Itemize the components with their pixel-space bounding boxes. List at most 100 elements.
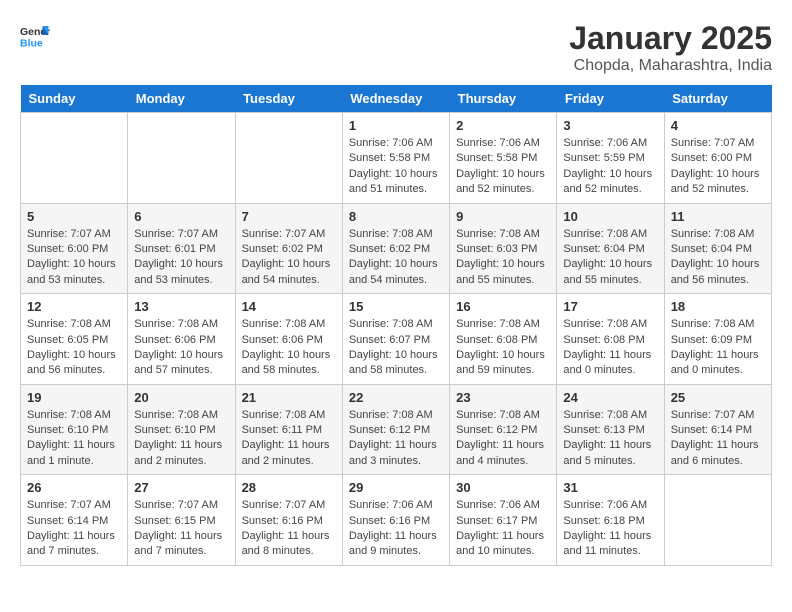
day-cell: 26Sunrise: 7:07 AM Sunset: 6:14 PM Dayli… — [21, 475, 128, 566]
day-number: 21 — [242, 390, 336, 405]
day-cell: 8Sunrise: 7:08 AM Sunset: 6:02 PM Daylig… — [342, 203, 449, 294]
header-cell-tuesday: Tuesday — [235, 85, 342, 113]
header-row: SundayMondayTuesdayWednesdayThursdayFrid… — [21, 85, 772, 113]
title-block: January 2025 Chopda, Maharashtra, India — [569, 20, 772, 75]
day-cell: 24Sunrise: 7:08 AM Sunset: 6:13 PM Dayli… — [557, 384, 664, 475]
day-info: Sunrise: 7:08 AM Sunset: 6:10 PM Dayligh… — [27, 408, 121, 470]
day-number: 20 — [134, 390, 228, 405]
month-title: January 2025 — [569, 20, 772, 57]
day-number: 11 — [671, 209, 765, 224]
logo: General Blue — [20, 20, 50, 50]
day-number: 29 — [349, 480, 443, 495]
calendar-header: SundayMondayTuesdayWednesdayThursdayFrid… — [21, 85, 772, 113]
calendar-table: SundayMondayTuesdayWednesdayThursdayFrid… — [20, 85, 772, 566]
calendar-body: 1 Sunrise: 7:06 AM Sunset: 5:58 PM Daylig… — [21, 113, 772, 566]
header-cell-monday: Monday — [128, 85, 235, 113]
day-cell — [128, 113, 235, 204]
day-info: Sunrise: 7:08 AM Sunset: 6:03 PM Dayligh… — [456, 227, 550, 289]
day-cell: 3Sunrise: 7:06 AM Sunset: 5:59 PM Daylig… — [557, 113, 664, 204]
day-info: Sunrise: 7:07 AM Sunset: 6:00 PM Dayligh… — [27, 227, 121, 289]
day-number: 31 — [563, 480, 657, 495]
day-number: 6 — [134, 209, 228, 224]
day-info: Sunrise: 7:08 AM Sunset: 6:11 PM Dayligh… — [242, 408, 336, 470]
day-cell: 21 Sunrise: 7:08 AM Sunset: 6:11 PM Dayli… — [235, 384, 342, 475]
location-title: Chopda, Maharashtra, India — [569, 57, 772, 75]
day-info: Sunrise: 7:07 AM Sunset: 6:16 PM Dayligh… — [242, 498, 336, 560]
day-info: Sunrise: 7:07 AM Sunset: 6:14 PM Dayligh… — [27, 498, 121, 560]
day-info: Sunrise: 7:08 AM Sunset: 6:04 PM Dayligh… — [671, 227, 765, 289]
week-row-4: 19 Sunrise: 7:08 AM Sunset: 6:10 PM Dayli… — [21, 384, 772, 475]
day-cell: 23Sunrise: 7:08 AM Sunset: 6:12 PM Dayli… — [450, 384, 557, 475]
day-info: Sunrise: 7:06 AM Sunset: 5:58 PM Dayligh… — [349, 136, 443, 198]
day-number: 2 — [456, 118, 550, 133]
day-info: Sunrise: 7:06 AM Sunset: 6:18 PM Dayligh… — [563, 498, 657, 560]
day-cell: 5 Sunrise: 7:07 AM Sunset: 6:00 PM Daylig… — [21, 203, 128, 294]
day-number: 27 — [134, 480, 228, 495]
day-cell: 22 Sunrise: 7:08 AM Sunset: 6:12 PM Dayli… — [342, 384, 449, 475]
day-number: 1 — [349, 118, 443, 133]
svg-text:Blue: Blue — [20, 37, 43, 49]
day-info: Sunrise: 7:08 AM Sunset: 6:04 PM Dayligh… — [563, 227, 657, 289]
day-cell: 17 Sunrise: 7:08 AM Sunset: 6:08 PM Dayli… — [557, 294, 664, 385]
day-number: 18 — [671, 299, 765, 314]
day-cell: 12 Sunrise: 7:08 AM Sunset: 6:05 PM Dayli… — [21, 294, 128, 385]
day-number: 28 — [242, 480, 336, 495]
day-info: Sunrise: 7:08 AM Sunset: 6:07 PM Dayligh… — [349, 317, 443, 379]
day-cell — [664, 475, 771, 566]
day-number: 12 — [27, 299, 121, 314]
day-cell: 7Sunrise: 7:07 AM Sunset: 6:02 PM Daylig… — [235, 203, 342, 294]
day-number: 14 — [242, 299, 336, 314]
day-number: 16 — [456, 299, 550, 314]
day-number: 7 — [242, 209, 336, 224]
day-number: 30 — [456, 480, 550, 495]
day-info: Sunrise: 7:08 AM Sunset: 6:06 PM Dayligh… — [242, 317, 336, 379]
day-number: 10 — [563, 209, 657, 224]
day-info: Sunrise: 7:06 AM Sunset: 6:16 PM Dayligh… — [349, 498, 443, 560]
day-info: Sunrise: 7:08 AM Sunset: 6:08 PM Dayligh… — [563, 317, 657, 379]
day-number: 13 — [134, 299, 228, 314]
day-number: 4 — [671, 118, 765, 133]
day-cell: 11 Sunrise: 7:08 AM Sunset: 6:04 PM Dayli… — [664, 203, 771, 294]
day-number: 25 — [671, 390, 765, 405]
day-cell — [235, 113, 342, 204]
week-row-5: 26Sunrise: 7:07 AM Sunset: 6:14 PM Dayli… — [21, 475, 772, 566]
day-number: 15 — [349, 299, 443, 314]
day-cell: 25Sunrise: 7:07 AM Sunset: 6:14 PM Dayli… — [664, 384, 771, 475]
day-cell: 13Sunrise: 7:08 AM Sunset: 6:06 PM Dayli… — [128, 294, 235, 385]
day-info: Sunrise: 7:07 AM Sunset: 6:01 PM Dayligh… — [134, 227, 228, 289]
day-info: Sunrise: 7:06 AM Sunset: 5:58 PM Dayligh… — [456, 136, 550, 198]
day-cell: 20 Sunrise: 7:08 AM Sunset: 6:10 PM Dayli… — [128, 384, 235, 475]
header-cell-wednesday: Wednesday — [342, 85, 449, 113]
day-cell — [21, 113, 128, 204]
day-number: 17 — [563, 299, 657, 314]
day-info: Sunrise: 7:08 AM Sunset: 6:02 PM Dayligh… — [349, 227, 443, 289]
day-cell: 14 Sunrise: 7:08 AM Sunset: 6:06 PM Dayli… — [235, 294, 342, 385]
week-row-3: 12 Sunrise: 7:08 AM Sunset: 6:05 PM Dayli… — [21, 294, 772, 385]
day-info: Sunrise: 7:08 AM Sunset: 6:09 PM Dayligh… — [671, 317, 765, 379]
header-cell-thursday: Thursday — [450, 85, 557, 113]
day-cell: 31 Sunrise: 7:06 AM Sunset: 6:18 PM Dayli… — [557, 475, 664, 566]
day-cell: 1 Sunrise: 7:06 AM Sunset: 5:58 PM Daylig… — [342, 113, 449, 204]
day-number: 19 — [27, 390, 121, 405]
day-number: 22 — [349, 390, 443, 405]
day-number: 5 — [27, 209, 121, 224]
day-info: Sunrise: 7:08 AM Sunset: 6:05 PM Dayligh… — [27, 317, 121, 379]
logo-icon: General Blue — [20, 20, 50, 50]
day-cell: 4 Sunrise: 7:07 AM Sunset: 6:00 PM Daylig… — [664, 113, 771, 204]
day-number: 3 — [563, 118, 657, 133]
day-number: 9 — [456, 209, 550, 224]
day-info: Sunrise: 7:08 AM Sunset: 6:12 PM Dayligh… — [349, 408, 443, 470]
week-row-2: 5 Sunrise: 7:07 AM Sunset: 6:00 PM Daylig… — [21, 203, 772, 294]
day-cell: 30 Sunrise: 7:06 AM Sunset: 6:17 PM Dayli… — [450, 475, 557, 566]
day-cell: 19 Sunrise: 7:08 AM Sunset: 6:10 PM Dayli… — [21, 384, 128, 475]
header-cell-saturday: Saturday — [664, 85, 771, 113]
day-cell: 9 Sunrise: 7:08 AM Sunset: 6:03 PM Daylig… — [450, 203, 557, 294]
page-header: General Blue January 2025 Chopda, Mahara… — [20, 20, 772, 75]
day-info: Sunrise: 7:07 AM Sunset: 6:15 PM Dayligh… — [134, 498, 228, 560]
day-cell: 15 Sunrise: 7:08 AM Sunset: 6:07 PM Dayli… — [342, 294, 449, 385]
day-info: Sunrise: 7:07 AM Sunset: 6:00 PM Dayligh… — [671, 136, 765, 198]
day-cell: 28 Sunrise: 7:07 AM Sunset: 6:16 PM Dayli… — [235, 475, 342, 566]
day-info: Sunrise: 7:06 AM Sunset: 6:17 PM Dayligh… — [456, 498, 550, 560]
day-info: Sunrise: 7:08 AM Sunset: 6:13 PM Dayligh… — [563, 408, 657, 470]
day-info: Sunrise: 7:08 AM Sunset: 6:10 PM Dayligh… — [134, 408, 228, 470]
